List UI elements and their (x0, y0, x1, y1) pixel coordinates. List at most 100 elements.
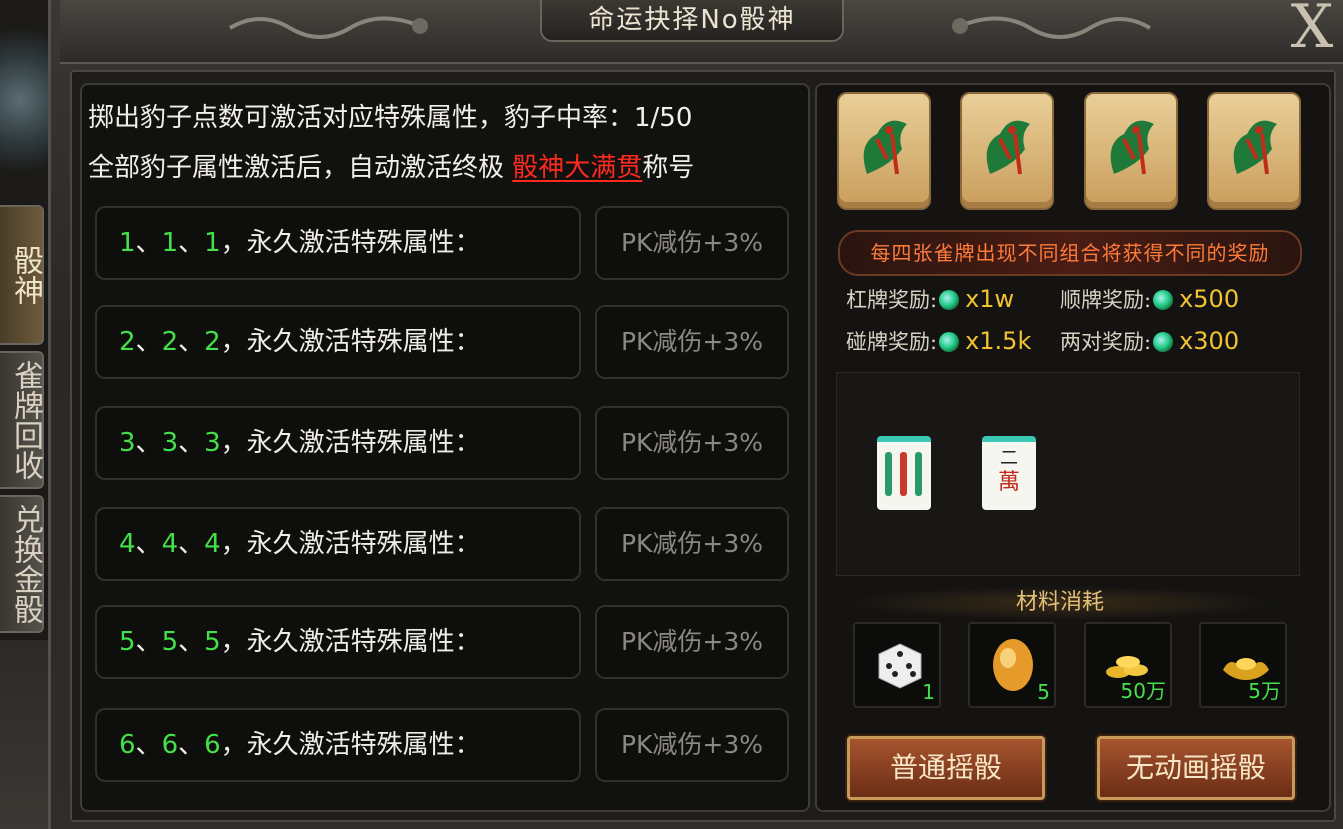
normal-roll-button[interactable]: 普通摇骰 (847, 736, 1045, 800)
dice-value: 3 (119, 428, 136, 458)
dice-value: 1 (119, 228, 136, 258)
tab-dice-god[interactable]: 骰神 (0, 205, 44, 345)
separator: 、 (135, 730, 162, 760)
mahjong-tile-2 (960, 92, 1054, 210)
reward-amount: x1.5k (965, 327, 1032, 355)
mahjong-tile-4 (1207, 92, 1301, 210)
material-slot-dice[interactable]: 1 (853, 622, 941, 708)
attribute-row-6-value: PK减伤+3% (595, 708, 789, 782)
attribute-row-5-label: 5、5、5，永久激活特殊属性： (95, 605, 581, 679)
attribute-row-2-label: 2、2、2，永久激活特殊属性： (95, 305, 581, 379)
dice-value: 4 (161, 529, 179, 559)
dice-value: 2 (161, 327, 179, 357)
mahjong-info-banner: 每四张雀牌出现不同组合将获得不同的奖励 (838, 230, 1302, 276)
attribute-text: ，永久激活特殊属性： (220, 428, 481, 458)
material-slot-gold-coins[interactable]: 50万 (1084, 622, 1172, 708)
attribute-row-4-value: PK减伤+3% (595, 507, 789, 581)
dragon-ornament-right (952, 16, 1152, 39)
separator: 、 (178, 428, 205, 458)
attribute-text: ，永久激活特殊属性： (220, 529, 481, 559)
side-tabs: 骰神 雀牌回收 兑换金骰 (0, 205, 46, 639)
materials-title: 材料消耗 (840, 586, 1280, 620)
material-count: 1 (922, 680, 935, 704)
attribute-row-6-label: 6、6、6，永久激活特殊属性： (95, 708, 581, 782)
dice-value: 5 (161, 627, 179, 657)
separator: 、 (178, 327, 205, 357)
dice-value: 3 (204, 428, 221, 458)
material-count: 5 (1037, 680, 1050, 704)
attribute-row-1-value: PK减伤+3% (595, 206, 789, 280)
separator: 、 (135, 627, 162, 657)
peng-reward: 碰牌奖励: x1.5k (846, 326, 1031, 356)
dice-value: 4 (119, 529, 136, 559)
dice-value: 2 (204, 327, 221, 357)
description-line-1: 掷出豹子点数可激活对应特殊属性，豹子中率：1/50 (88, 103, 693, 133)
close-button[interactable]: X (1285, 0, 1339, 57)
attribute-row-2-value: PK减伤+3% (595, 305, 789, 379)
tile-number: 二 (1000, 448, 1018, 469)
pair-reward: 两对奖励: x300 (1060, 326, 1239, 356)
mahjong-tile-1 (837, 92, 931, 210)
dice-value: 1 (161, 228, 179, 258)
material-count: 50万 (1120, 679, 1166, 703)
drawn-tile-three-bamboo (877, 436, 931, 510)
reward-label: 杠牌奖励: (846, 288, 938, 312)
tab-mahjong-recycle[interactable]: 雀牌回收 (0, 351, 44, 489)
separator: 、 (178, 228, 205, 258)
gem-icon (1153, 290, 1174, 310)
drawn-tile-two-characters: 二 萬 (982, 436, 1036, 510)
dice-value: 1 (204, 228, 221, 258)
attribute-text: ，永久激活特殊属性： (220, 228, 481, 258)
separator: 、 (135, 428, 162, 458)
attribute-row-5-value: PK减伤+3% (595, 605, 789, 679)
dice-value: 6 (204, 730, 221, 760)
dragon-ornament-left (228, 16, 428, 39)
attribute-row-3-value: PK减伤+3% (595, 406, 789, 480)
reward-amount: x300 (1179, 327, 1240, 355)
window-title: 命运抉择No骰神 (540, 0, 844, 42)
dice-value: 6 (119, 730, 136, 760)
dice-value: 2 (119, 327, 136, 357)
separator: 、 (135, 228, 162, 258)
amber-gem-icon (993, 639, 1033, 691)
separator: 、 (178, 730, 205, 760)
attribute-row-1-label: 1、1、1，永久激活特殊属性： (95, 206, 581, 280)
reward-amount: x1w (965, 285, 1015, 313)
material-slot-amber[interactable]: 5 (968, 622, 1056, 708)
separator: 、 (135, 327, 162, 357)
tab-exchange-gold-dice[interactable]: 兑换金骰 (0, 495, 44, 633)
gem-icon (1153, 332, 1174, 352)
description-prefix: 全部豹子属性激活后，自动激活终极 (88, 153, 513, 183)
reward-label: 顺牌奖励: (1060, 288, 1152, 312)
attribute-row-4-label: 4、4、4，永久激活特殊属性： (95, 507, 581, 581)
mahjong-tile-3 (1084, 92, 1178, 210)
dice-value: 3 (161, 428, 179, 458)
no-animation-roll-button[interactable]: 无动画摇骰 (1097, 736, 1295, 800)
dice-value: 4 (204, 529, 221, 559)
separator: 、 (178, 529, 205, 559)
left-border-decoration-lower (0, 640, 48, 829)
dice-value: 6 (161, 730, 179, 760)
dice-value: 5 (119, 627, 136, 657)
tile-suit: 萬 (997, 470, 1020, 495)
bird-icon (986, 120, 1030, 175)
bird-icon (1110, 120, 1154, 175)
dice-icon (878, 643, 922, 689)
description-suffix: 称号 (642, 153, 695, 183)
attribute-text: ，永久激活特殊属性： (220, 730, 481, 760)
ultimate-title-link[interactable]: 骰神大满贯 (512, 153, 642, 183)
material-count: 5万 (1248, 679, 1281, 703)
description-line-2: 全部豹子属性激活后，自动激活终极 骰神大满贯称号 (88, 147, 694, 184)
reward-label: 两对奖励: (1060, 330, 1152, 354)
dice-value: 5 (204, 627, 221, 657)
attribute-text: ，永久激活特殊属性： (220, 627, 481, 657)
attribute-row-3-label: 3、3、3，永久激活特殊属性： (95, 406, 581, 480)
shun-reward: 顺牌奖励: x500 (1060, 284, 1239, 314)
bird-icon (1233, 120, 1277, 175)
left-border-decoration (0, 0, 48, 200)
separator: 、 (135, 529, 162, 559)
separator: 、 (178, 627, 205, 657)
material-slot-gold-ingot[interactable]: 5万 (1199, 622, 1287, 708)
gang-reward: 杠牌奖励: x1w (846, 284, 1014, 314)
reward-amount: x500 (1179, 285, 1240, 313)
